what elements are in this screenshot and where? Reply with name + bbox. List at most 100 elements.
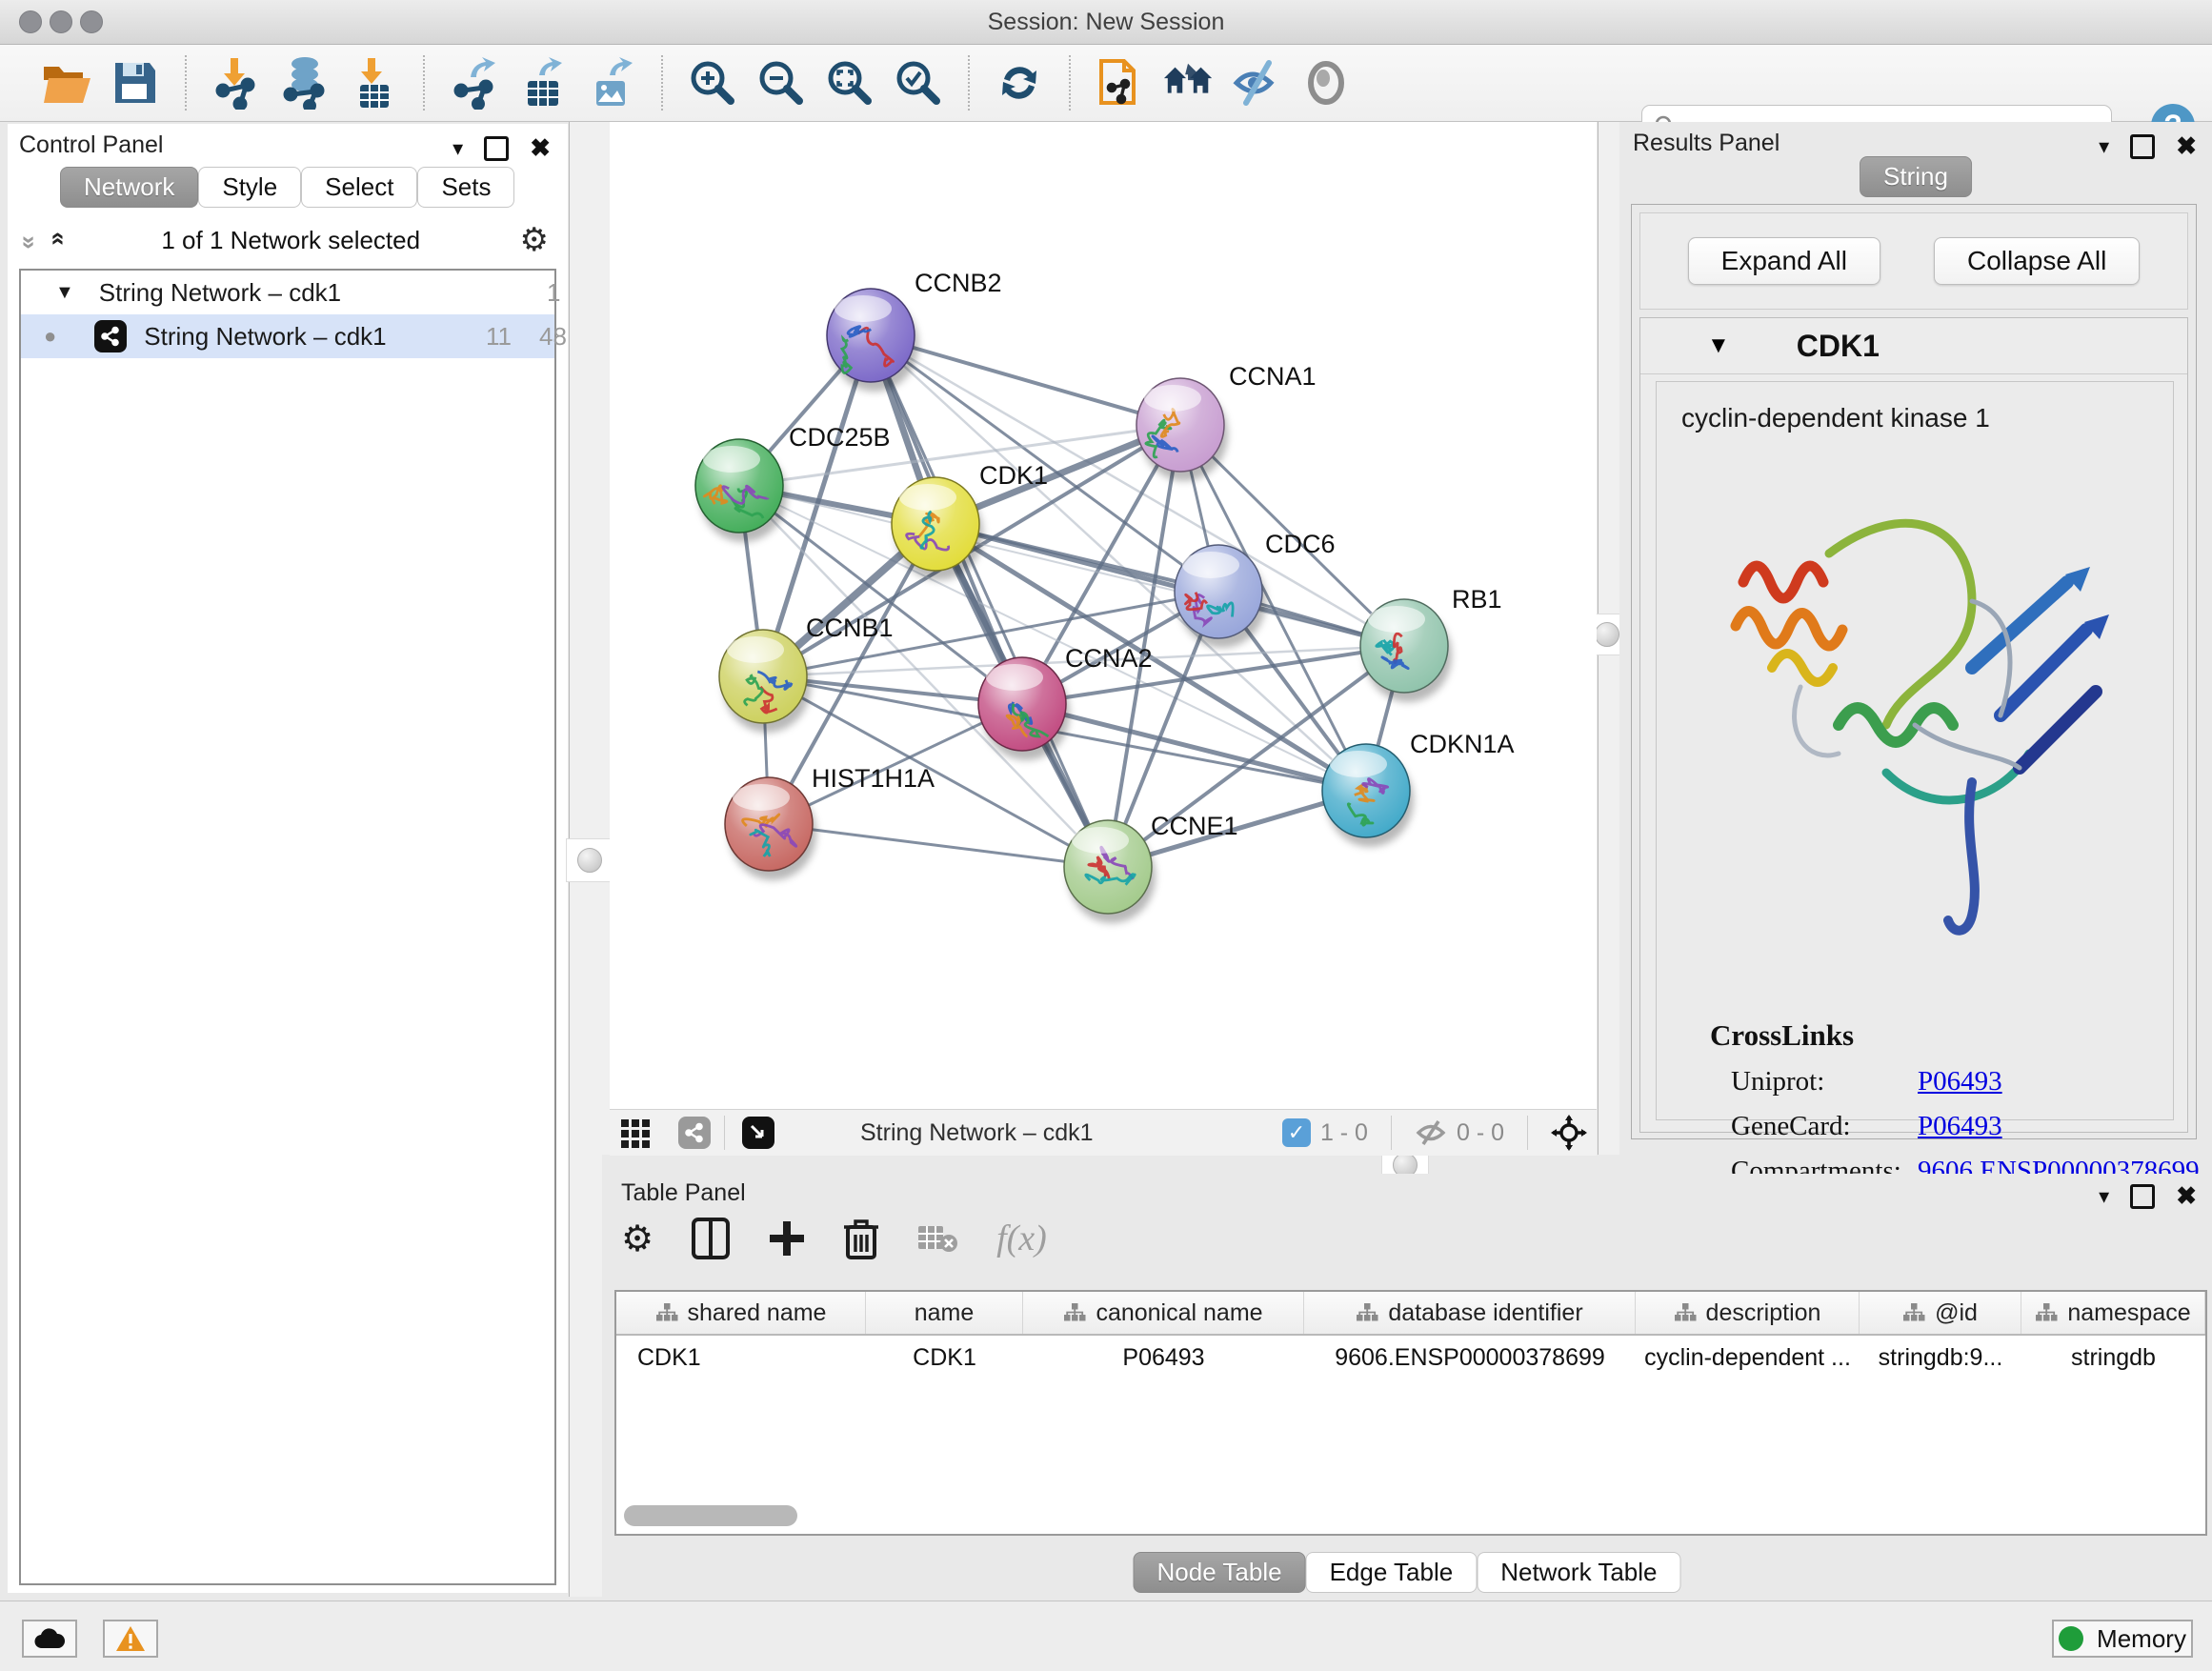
tab-style[interactable]: Style	[198, 167, 301, 208]
hide-selected-icon[interactable]	[1231, 56, 1284, 110]
control-panel-float-icon[interactable]	[484, 136, 509, 161]
network-node-RB1[interactable]	[1360, 599, 1452, 702]
string-import-icon[interactable]	[1094, 56, 1147, 110]
column-header-shared-name[interactable]: shared name	[616, 1292, 866, 1334]
network-node-CDKN1A[interactable]	[1322, 744, 1414, 847]
string-network-icon	[94, 320, 127, 352]
show-all-networks-icon[interactable]	[1162, 56, 1216, 110]
network-node-CDC6[interactable]	[1175, 545, 1266, 648]
function-builder-icon[interactable]: f(x)	[996, 1218, 1047, 1259]
table-cell[interactable]: CDK1	[616, 1336, 866, 1379]
tab-edge-table[interactable]: Edge Table	[1306, 1552, 1478, 1593]
results-panel-menu-icon[interactable]: ▾	[2099, 134, 2109, 159]
birds-eye-view-icon[interactable]	[742, 1117, 774, 1149]
table-row[interactable]: CDK1CDK1P064939606.ENSP00000378699cyclin…	[616, 1336, 2205, 1379]
column-header-description[interactable]: description	[1636, 1292, 1860, 1334]
table-panel-menu-icon[interactable]: ▾	[2099, 1184, 2109, 1209]
show-columns-icon[interactable]	[692, 1218, 730, 1259]
zoom-out-icon[interactable]	[754, 56, 808, 110]
network-node-CDK1[interactable]	[892, 477, 983, 580]
tab-node-table[interactable]: Node Table	[1134, 1552, 1306, 1593]
network-node-CCNA1[interactable]	[1136, 378, 1228, 481]
left-splitter-grip[interactable]	[566, 838, 613, 882]
warnings-button[interactable]	[103, 1620, 158, 1658]
string-view-icon[interactable]	[678, 1117, 711, 1149]
table-cell[interactable]: stringdb:9...	[1860, 1336, 2021, 1379]
network-node-CCNE1[interactable]	[1064, 820, 1156, 923]
column-header-name[interactable]: name	[866, 1292, 1023, 1334]
gene-section-header[interactable]: ▼ CDK1	[1640, 318, 2187, 374]
table-panel-float-icon[interactable]	[2130, 1184, 2155, 1209]
node-label-RB1: RB1	[1452, 585, 1502, 614]
hidden-eye-icon[interactable]	[1415, 1118, 1447, 1147]
zoom-selected-icon[interactable]	[892, 56, 945, 110]
network-node-CDC25B[interactable]	[695, 439, 787, 542]
export-image-icon[interactable]	[585, 56, 638, 110]
network-edge-CCNA2-CDKN1A[interactable]	[1022, 704, 1366, 791]
import-network-database-icon[interactable]	[278, 56, 332, 110]
zoom-fit-icon[interactable]	[823, 56, 876, 110]
network-view-toolbar: String Network – cdk1 ✓ 1 - 0 0 - 0	[610, 1109, 1597, 1156]
grid-view-icon[interactable]	[615, 1114, 657, 1152]
export-network-icon[interactable]	[448, 56, 501, 110]
crosslink-link[interactable]: P06493	[1918, 1111, 2002, 1142]
tab-string-results[interactable]: String	[1860, 156, 1972, 197]
collapse-all-networks-icon[interactable]: »	[42, 235, 71, 245]
control-panel-close-icon[interactable]: ✖	[530, 133, 551, 163]
delete-column-icon[interactable]	[844, 1218, 878, 1259]
table-panel-close-icon[interactable]: ✖	[2176, 1181, 2197, 1211]
network-node-CCNB2[interactable]	[827, 289, 918, 392]
network-node-CCNA2[interactable]	[978, 657, 1070, 760]
tab-select[interactable]: Select	[301, 167, 417, 208]
network-row-selected[interactable]: ● String Network – cdk1 11 48	[21, 314, 554, 358]
tab-network-table[interactable]: Network Table	[1477, 1552, 1680, 1593]
import-network-icon[interactable]	[210, 56, 263, 110]
tab-network[interactable]: Network	[60, 167, 198, 208]
zoom-in-icon[interactable]	[686, 56, 739, 110]
expand-all-button[interactable]: Expand All	[1688, 237, 1880, 285]
node-label-CDC25B: CDC25B	[789, 423, 891, 452]
export-table-icon[interactable]	[516, 56, 570, 110]
add-column-icon[interactable]	[768, 1219, 806, 1258]
table-options-gear-icon[interactable]: ⚙	[621, 1218, 654, 1259]
show-selected-icon[interactable]	[1299, 56, 1353, 110]
memory-button[interactable]: Memory	[2052, 1620, 2193, 1658]
results-panel-close-icon[interactable]: ✖	[2176, 131, 2197, 161]
collapse-all-button[interactable]: Collapse All	[1934, 237, 2140, 285]
toolbar-separator	[1069, 55, 1071, 111]
save-session-icon[interactable]	[109, 56, 162, 110]
network-canvas[interactable]: CCNB2CCNA1CDC25BCDK1CDC6RB1CCNB1CCNA2CDK…	[610, 122, 1597, 1155]
table-horizontal-scrollbar[interactable]	[624, 1505, 797, 1526]
collection-expand-icon[interactable]: ▼	[55, 282, 74, 304]
results-panel-title: Results Panel	[1633, 130, 1780, 157]
table-cell[interactable]: 9606.ENSP00000378699	[1304, 1336, 1636, 1379]
delete-table-icon[interactable]	[916, 1222, 958, 1255]
pan-crosshair-icon[interactable]	[1551, 1115, 1587, 1151]
column-header--id[interactable]: @id	[1860, 1292, 2021, 1334]
open-session-icon[interactable]	[40, 56, 93, 110]
expand-all-networks-icon[interactable]: »	[15, 235, 45, 245]
table-cell[interactable]: CDK1	[866, 1336, 1023, 1379]
control-panel-menu-icon[interactable]: ▾	[452, 136, 463, 161]
network-edge-HIST1H1A-CCNE1[interactable]	[769, 824, 1108, 867]
network-collection-row[interactable]: ▼ String Network – cdk1 1	[21, 271, 554, 314]
table-cell[interactable]: stringdb	[2021, 1336, 2205, 1379]
import-table-icon[interactable]	[347, 56, 400, 110]
node-label-HIST1H1A: HIST1H1A	[812, 764, 935, 793]
results-panel-float-icon[interactable]	[2130, 134, 2155, 159]
network-options-gear-icon[interactable]: ⚙	[520, 221, 549, 259]
protein-structure-image	[1686, 439, 2143, 973]
tab-sets[interactable]: Sets	[417, 167, 514, 208]
gene-collapse-icon[interactable]: ▼	[1707, 332, 1730, 359]
table-cell[interactable]: cyclin-dependent ...	[1636, 1336, 1860, 1379]
refresh-icon[interactable]	[993, 56, 1046, 110]
column-header-database-identifier[interactable]: database identifier	[1304, 1292, 1636, 1334]
selected-checkbox-icon[interactable]: ✓	[1282, 1118, 1311, 1147]
crosslink-link[interactable]: P06493	[1918, 1066, 2002, 1097]
network-node-HIST1H1A[interactable]	[725, 777, 816, 880]
column-header-canonical-name[interactable]: canonical name	[1023, 1292, 1304, 1334]
column-header-namespace[interactable]: namespace	[2021, 1292, 2205, 1334]
string-network-graph[interactable]: CCNB2CCNA1CDC25BCDK1CDC6RB1CCNB1CCNA2CDK…	[610, 122, 1597, 1109]
table-cell[interactable]: P06493	[1023, 1336, 1304, 1379]
cloud-status-button[interactable]	[22, 1620, 77, 1658]
